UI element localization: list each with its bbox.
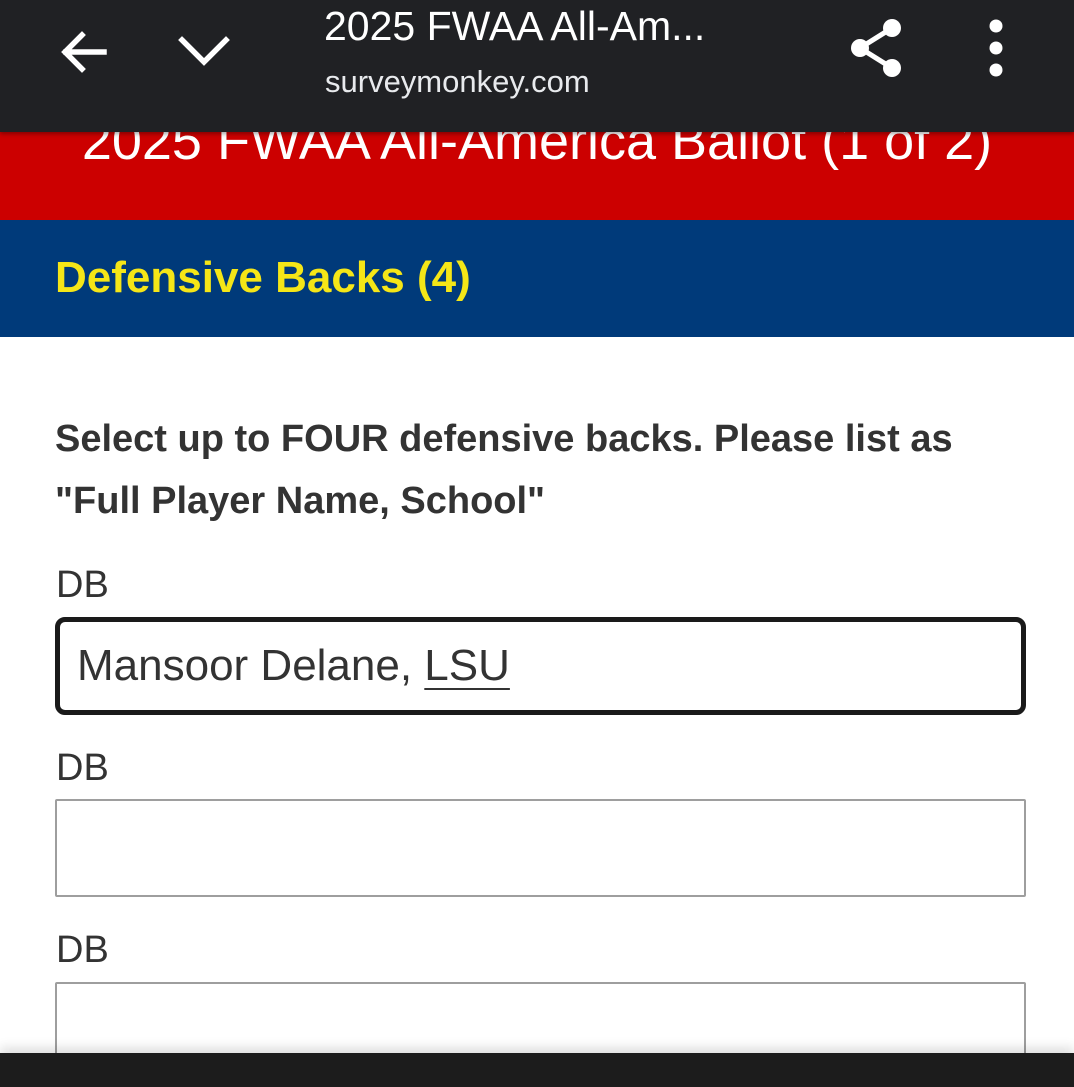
arrow-left-icon (61, 31, 107, 73)
input-value-player: Mansoor Delane, (77, 641, 425, 690)
field-label-db-1: DB (56, 564, 109, 606)
browser-top-bar: 2025 FWAA All-Am... surveymonkey.com (0, 0, 1074, 132)
back-button[interactable] (44, 12, 124, 92)
db-input-1[interactable]: Mansoor Delane, LSU (55, 617, 1026, 715)
input-value-school: LSU (424, 641, 510, 690)
more-options-button[interactable] (956, 8, 1036, 88)
section-title: Defensive Backs (4) (55, 253, 471, 302)
collapse-button[interactable] (164, 12, 244, 92)
browser-page-title: 2025 FWAA All-Am... (324, 3, 706, 49)
browser-url: surveymonkey.com (325, 64, 590, 99)
chevron-down-icon (178, 36, 230, 66)
share-icon (851, 19, 901, 77)
bottom-navigation-bar (0, 1053, 1074, 1087)
field-label-db-2: DB (56, 747, 109, 789)
share-button[interactable] (836, 8, 916, 88)
question-text: Select up to FOUR defensive backs. Pleas… (55, 418, 953, 522)
more-vert-icon (989, 19, 1003, 77)
field-label-db-3: DB (56, 929, 109, 971)
survey-page: 2025 FWAA All-America Ballot (1 of 2) De… (0, 0, 1074, 1087)
db-input-2[interactable] (55, 799, 1026, 897)
